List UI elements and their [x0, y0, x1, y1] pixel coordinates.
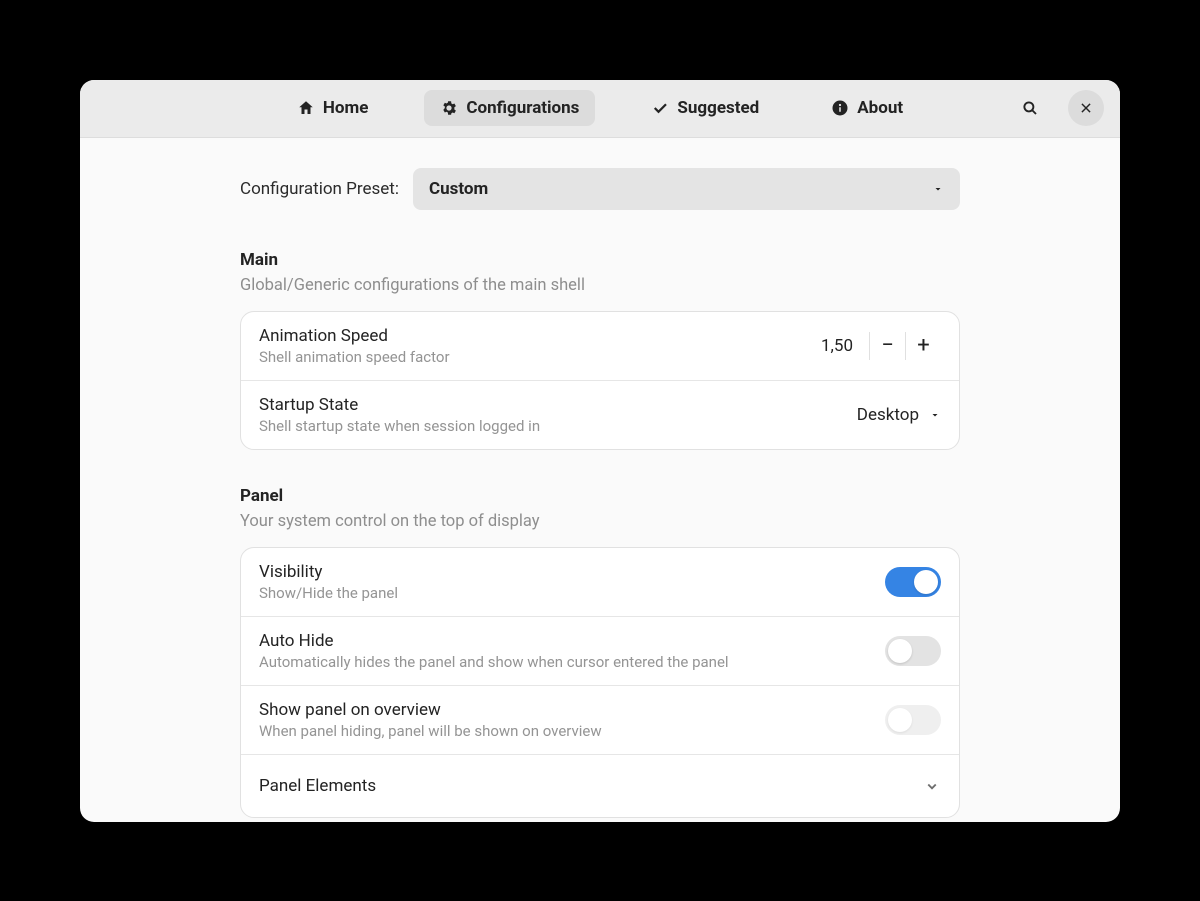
search-icon: [1021, 99, 1039, 117]
row-title: Panel Elements: [259, 776, 376, 796]
stepper-decrement[interactable]: −: [869, 332, 905, 360]
row-title: Auto Hide: [259, 631, 729, 651]
startup-state-select[interactable]: Desktop: [857, 405, 941, 425]
preset-select[interactable]: Custom: [413, 168, 960, 210]
row-desc: Automatically hides the panel and show w…: [259, 653, 729, 671]
row-left: Auto Hide Automatically hides the panel …: [259, 631, 729, 671]
row-title: Startup State: [259, 395, 540, 415]
preset-value: Custom: [429, 179, 488, 199]
gear-icon: [440, 99, 458, 117]
content-scroll[interactable]: Configuration Preset: Custom Main Global…: [80, 138, 1120, 822]
section-desc-panel: Your system control on the top of displa…: [240, 512, 960, 531]
section-title-panel: Panel: [240, 486, 960, 506]
row-desc: When panel hiding, panel will be shown o…: [259, 722, 602, 740]
content-container: Configuration Preset: Custom Main Global…: [240, 168, 960, 818]
check-icon: [651, 99, 669, 117]
chevron-down-icon: [923, 777, 941, 795]
stepper: 1,50 − +: [821, 332, 941, 360]
tab-home[interactable]: Home: [281, 90, 385, 126]
search-button[interactable]: [1012, 90, 1048, 126]
row-left: Animation Speed Shell animation speed fa…: [259, 326, 450, 366]
chevron-down-icon: [929, 409, 941, 421]
info-icon: [831, 99, 849, 117]
tab-about[interactable]: About: [815, 90, 919, 126]
row-left: Show panel on overview When panel hiding…: [259, 700, 602, 740]
header-actions: [1012, 90, 1104, 126]
row-title: Visibility: [259, 562, 398, 582]
row-panel-elements[interactable]: Panel Elements: [241, 755, 959, 817]
row-visibility: Visibility Show/Hide the panel: [241, 548, 959, 617]
home-icon: [297, 99, 315, 117]
row-auto-hide: Auto Hide Automatically hides the panel …: [241, 617, 959, 686]
preset-label: Configuration Preset:: [240, 179, 399, 199]
row-animation-speed: Animation Speed Shell animation speed fa…: [241, 312, 959, 381]
show-on-overview-toggle[interactable]: [885, 705, 941, 735]
row-title: Animation Speed: [259, 326, 450, 346]
stepper-increment[interactable]: +: [905, 332, 941, 360]
view-switcher: Home Configurations Suggested About: [281, 90, 919, 126]
row-left: Startup State Shell startup state when s…: [259, 395, 540, 435]
close-button[interactable]: [1068, 90, 1104, 126]
toggle-knob: [888, 708, 912, 732]
card-panel: Visibility Show/Hide the panel Auto Hide…: [240, 547, 960, 818]
plus-icon: +: [917, 333, 929, 358]
stepper-value: 1,50: [821, 336, 869, 356]
app-window: Home Configurations Suggested About: [80, 80, 1120, 822]
quantity-stepper: 1,50 − +: [821, 332, 941, 360]
toggle-knob: [914, 570, 938, 594]
chevron-down-icon: [932, 183, 944, 195]
tab-label: Home: [323, 98, 369, 118]
card-main: Animation Speed Shell animation speed fa…: [240, 311, 960, 450]
toggle-knob: [888, 639, 912, 663]
preset-row: Configuration Preset: Custom: [240, 168, 960, 210]
minus-icon: −: [881, 333, 894, 358]
tab-label: Configurations: [466, 98, 579, 118]
row-title: Show panel on overview: [259, 700, 602, 720]
row-left: Visibility Show/Hide the panel: [259, 562, 398, 602]
visibility-toggle[interactable]: [885, 567, 941, 597]
row-desc: Show/Hide the panel: [259, 584, 398, 602]
tab-label: Suggested: [677, 98, 759, 118]
section-title-main: Main: [240, 250, 960, 270]
tab-label: About: [857, 98, 903, 118]
tab-configurations[interactable]: Configurations: [424, 90, 595, 126]
tab-suggested[interactable]: Suggested: [635, 90, 775, 126]
row-desc: Shell startup state when session logged …: [259, 417, 540, 435]
row-startup-state: Startup State Shell startup state when s…: [241, 381, 959, 449]
close-icon: [1079, 101, 1093, 115]
row-show-on-overview: Show panel on overview When panel hiding…: [241, 686, 959, 755]
row-desc: Shell animation speed factor: [259, 348, 450, 366]
auto-hide-toggle[interactable]: [885, 636, 941, 666]
section-desc-main: Global/Generic configurations of the mai…: [240, 276, 960, 295]
header-bar: Home Configurations Suggested About: [80, 80, 1120, 138]
select-value: Desktop: [857, 405, 919, 425]
